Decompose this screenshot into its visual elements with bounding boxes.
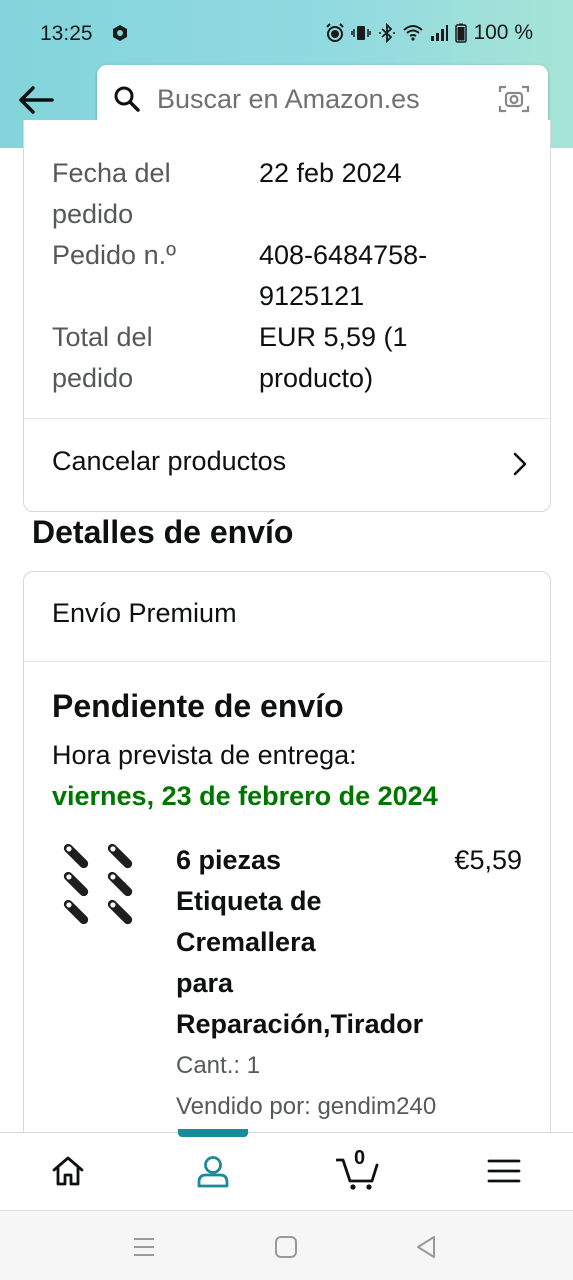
recent-apps-icon[interactable] [130, 1233, 158, 1261]
active-tab-indicator [178, 1129, 248, 1137]
shipment-card: Envío Premium Pendiente de envío Hora pr… [23, 571, 551, 1191]
nav-menu[interactable] [484, 1151, 524, 1191]
order-summary-card: Fecha del pedido 22 feb 2024 Pedido n.º … [23, 120, 551, 512]
order-number-value: 408-6484758- 9125121 [259, 240, 428, 311]
product-seller: Vendido por: gendim240 [176, 1093, 437, 1120]
product-title[interactable]: 6 piezas Etiqueta de Cremallera para Rep… [176, 840, 446, 1045]
order-date-label: Fecha del pedido [52, 158, 171, 229]
divider [24, 661, 550, 662]
signal-icon [431, 25, 449, 41]
status-time: 13:25 [40, 22, 93, 45]
menu-icon [487, 1159, 521, 1183]
product-price: €5,59 [454, 845, 522, 875]
battery-icon [455, 23, 468, 43]
bluetooth-icon [379, 23, 396, 43]
home-icon [52, 1156, 84, 1186]
vibrate-icon [351, 26, 372, 40]
order-total-label: Total del pedido [52, 322, 153, 393]
alarm-icon [326, 23, 345, 42]
cancel-products-row[interactable]: Cancelar productos [24, 420, 550, 510]
home-system-icon[interactable] [272, 1233, 300, 1261]
chevron-right-icon [513, 452, 527, 476]
battery-level: 100 % [473, 21, 533, 44]
nav-home[interactable] [48, 1151, 88, 1191]
search-icon [114, 86, 140, 112]
order-number-label: Pedido n.º [52, 240, 176, 270]
product-image[interactable] [54, 840, 149, 935]
shipping-method: Envío Premium [52, 598, 237, 628]
cancel-products-label: Cancelar productos [52, 446, 287, 476]
product-quantity: Cant.: 1 [176, 1052, 261, 1079]
camera-search-icon[interactable] [498, 84, 530, 114]
back-system-icon[interactable] [412, 1233, 440, 1261]
wifi-icon [403, 25, 424, 41]
shipment-status: Pendiente de envío [52, 688, 344, 724]
delivery-estimate-date: viernes, 23 de febrero de 2024 [52, 781, 438, 811]
back-arrow-icon [19, 86, 54, 114]
notification-app-icon [113, 25, 127, 41]
back-button[interactable] [16, 80, 56, 120]
delivery-estimate-label: Hora prevista de entrega: [52, 740, 357, 770]
status-bar: 13:25 100 % [0, 0, 573, 66]
divider [24, 418, 550, 419]
nav-account[interactable] [193, 1151, 233, 1191]
account-icon [197, 1156, 229, 1188]
status-icons: 100 % [325, 21, 533, 45]
search-input[interactable] [157, 79, 477, 119]
bottom-navigation: 0 [0, 1129, 573, 1210]
system-navigation-bar [0, 1210, 573, 1280]
cart-count: 0 [354, 1147, 366, 1169]
order-total-value: EUR 5,59 (1 producto) [259, 322, 408, 393]
nav-cart[interactable]: 0 [336, 1147, 382, 1191]
order-date-value: 22 feb 2024 [259, 158, 402, 188]
shipping-section-title: Detalles de envío [32, 514, 294, 550]
